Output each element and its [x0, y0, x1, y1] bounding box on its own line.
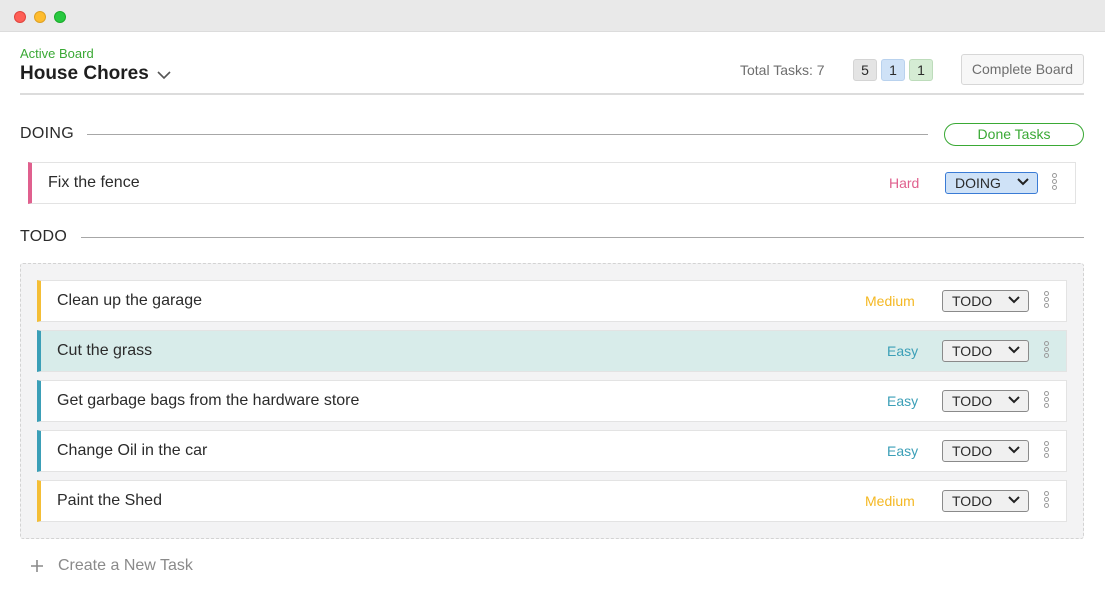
complete-board-button[interactable]: Complete Board — [961, 54, 1084, 85]
more-options-icon[interactable] — [1042, 491, 1052, 511]
difficulty-label: Easy — [887, 393, 919, 409]
create-task-label: Create a New Task — [58, 557, 193, 574]
close-window-button[interactable] — [14, 11, 26, 23]
task-name: Clean up the garage — [57, 292, 202, 309]
todo-section-divider — [81, 237, 1084, 238]
todo-section-title: TODO — [20, 228, 68, 245]
todo-count-badge: 5 — [853, 59, 877, 81]
done-tasks-button[interactable]: Done Tasks — [944, 123, 1084, 146]
status-value: DOING — [955, 175, 1001, 191]
more-options-icon[interactable] — [1050, 173, 1060, 193]
more-options-icon[interactable] — [1042, 291, 1052, 311]
board-selector[interactable]: House Chores — [20, 63, 171, 85]
chevron-down-icon — [1008, 346, 1020, 354]
status-select[interactable]: TODO — [942, 390, 1029, 412]
zoom-window-button[interactable] — [54, 11, 66, 23]
difficulty-label: Medium — [865, 293, 915, 309]
header-divider — [20, 93, 1084, 95]
create-task-button[interactable]: Create a New Task — [30, 557, 193, 575]
more-options-icon[interactable] — [1042, 341, 1052, 361]
difficulty-label: Easy — [887, 343, 919, 359]
task-name: Paint the Shed — [57, 492, 162, 509]
status-value: TODO — [952, 293, 993, 309]
chevron-down-icon — [1008, 446, 1020, 454]
window-titlebar — [0, 0, 1105, 32]
chevron-down-icon — [1008, 396, 1020, 404]
status-value: TODO — [952, 443, 993, 459]
task-row[interactable]: Change Oil in the car Easy TODO — [37, 430, 1067, 472]
doing-section-title: DOING — [20, 125, 74, 142]
plus-icon — [31, 560, 43, 572]
chevron-down-icon — [1017, 178, 1029, 186]
task-row[interactable]: Fix the fence Hard DOING — [28, 162, 1076, 204]
active-board-label: Active Board — [20, 46, 94, 61]
status-select[interactable]: TODO — [942, 340, 1029, 362]
doing-section-divider — [87, 134, 928, 135]
task-row[interactable]: Paint the Shed Medium TODO — [37, 480, 1067, 522]
status-value: TODO — [952, 393, 993, 409]
board-title: House Chores — [20, 63, 149, 84]
task-name: Change Oil in the car — [57, 442, 208, 459]
task-row[interactable]: Clean up the garage Medium TODO — [37, 280, 1067, 322]
done-count-badge: 1 — [909, 59, 933, 81]
task-row[interactable]: Get garbage bags from the hardware store… — [37, 380, 1067, 422]
task-name: Cut the grass — [57, 342, 153, 359]
doing-count-badge: 1 — [881, 59, 905, 81]
more-options-icon[interactable] — [1042, 391, 1052, 411]
chevron-down-icon — [157, 70, 171, 79]
difficulty-label: Medium — [865, 493, 915, 509]
minimize-window-button[interactable] — [34, 11, 46, 23]
difficulty-label: Hard — [889, 175, 920, 191]
status-select[interactable]: TODO — [942, 440, 1029, 462]
status-value: TODO — [952, 343, 993, 359]
task-name: Fix the fence — [48, 174, 140, 191]
task-row[interactable]: Cut the grass Easy TODO — [37, 330, 1067, 372]
status-select[interactable]: TODO — [942, 290, 1029, 312]
status-value: TODO — [952, 493, 993, 509]
more-options-icon[interactable] — [1042, 441, 1052, 461]
task-name: Get garbage bags from the hardware store — [57, 392, 360, 409]
status-select[interactable]: TODO — [942, 490, 1029, 512]
difficulty-label: Easy — [887, 443, 919, 459]
status-select[interactable]: DOING — [945, 172, 1038, 194]
chevron-down-icon — [1008, 296, 1020, 304]
chevron-down-icon — [1008, 496, 1020, 504]
total-tasks-label: Total Tasks: 7 — [740, 62, 825, 78]
